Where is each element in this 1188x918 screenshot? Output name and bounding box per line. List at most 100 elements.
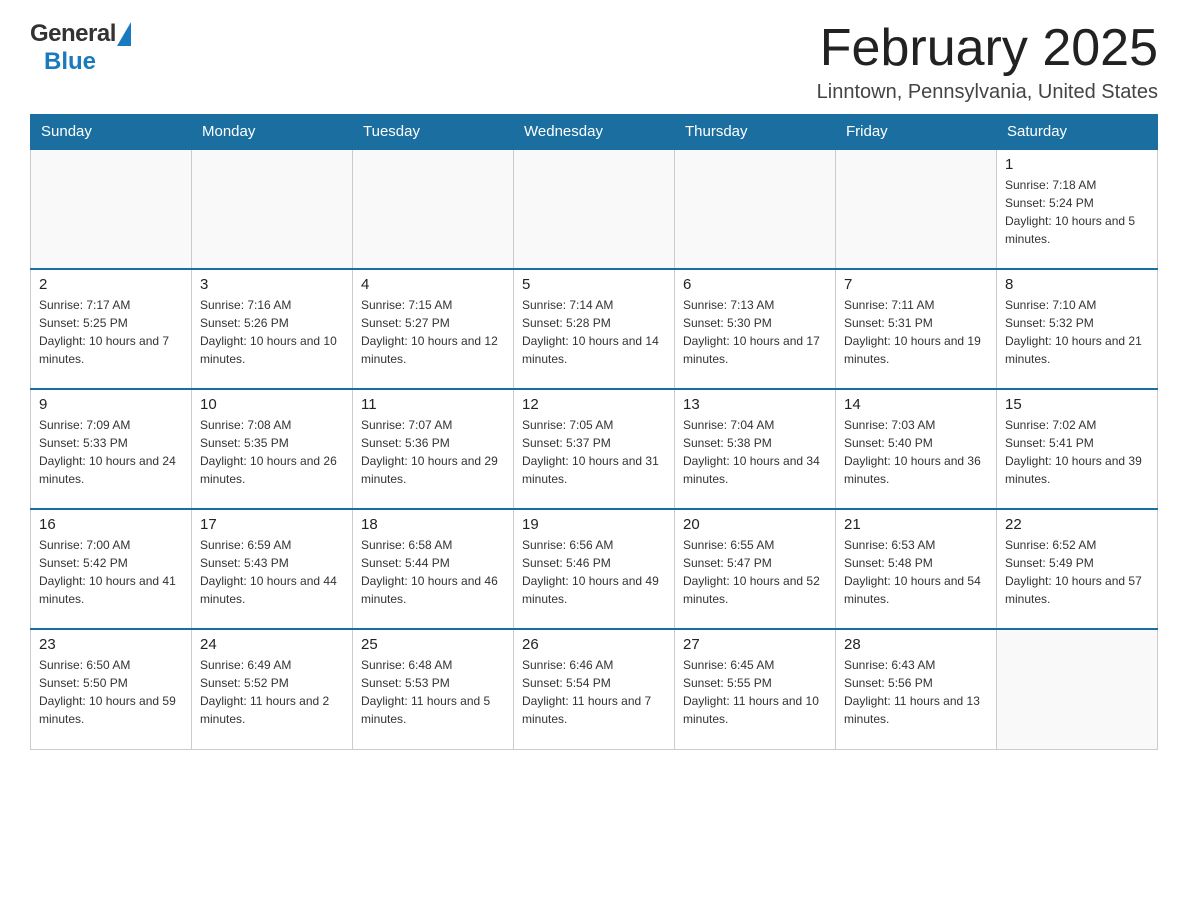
day-info: Sunrise: 6:46 AMSunset: 5:54 PMDaylight:… (522, 656, 666, 728)
calendar-cell: 1 Sunrise: 7:18 AMSunset: 5:24 PMDaylight… (997, 149, 1158, 269)
day-info: Sunrise: 7:04 AMSunset: 5:38 PMDaylight:… (683, 416, 827, 488)
day-info: Sunrise: 7:05 AMSunset: 5:37 PMDaylight:… (522, 416, 666, 488)
calendar-cell: 27 Sunrise: 6:45 AMSunset: 5:55 PMDayligh… (675, 629, 836, 749)
logo-chevron-icon (117, 22, 131, 46)
calendar-cell: 4 Sunrise: 7:15 AMSunset: 5:27 PMDaylight… (353, 269, 514, 389)
day-header-thursday: Thursday (675, 115, 836, 150)
title-section: February 2025 Linntown, Pennsylvania, Un… (817, 20, 1158, 104)
day-number: 13 (683, 396, 827, 413)
calendar-cell: 19 Sunrise: 6:56 AMSunset: 5:46 PMDayligh… (514, 509, 675, 629)
day-number: 28 (844, 636, 988, 653)
calendar-cell: 28 Sunrise: 6:43 AMSunset: 5:56 PMDayligh… (836, 629, 997, 749)
calendar-cell: 6Sunrise: 7:13 AMSunset: 5:30 PMDaylight… (675, 269, 836, 389)
day-number: 2 (39, 276, 183, 293)
calendar-week-1: 1 Sunrise: 7:18 AMSunset: 5:24 PMDaylight… (31, 149, 1158, 269)
calendar-cell: 2 Sunrise: 7:17 AMSunset: 5:25 PMDaylight… (31, 269, 192, 389)
calendar-cell: 16 Sunrise: 7:00 AMSunset: 5:42 PMDayligh… (31, 509, 192, 629)
day-number: 14 (844, 396, 988, 413)
day-info: Sunrise: 7:18 AMSunset: 5:24 PMDaylight:… (1005, 176, 1149, 248)
calendar-week-2: 2 Sunrise: 7:17 AMSunset: 5:25 PMDaylight… (31, 269, 1158, 389)
calendar-cell: 26Sunrise: 6:46 AMSunset: 5:54 PMDayligh… (514, 629, 675, 749)
day-number: 11 (361, 396, 505, 413)
day-info: Sunrise: 7:11 AMSunset: 5:31 PMDaylight:… (844, 296, 988, 368)
calendar-cell: 21 Sunrise: 6:53 AMSunset: 5:48 PMDayligh… (836, 509, 997, 629)
day-number: 9 (39, 396, 183, 413)
day-header-saturday: Saturday (997, 115, 1158, 150)
day-number: 5 (522, 276, 666, 293)
day-number: 1 (1005, 156, 1149, 173)
calendar-header: SundayMondayTuesdayWednesdayThursdayFrid… (31, 115, 1158, 150)
day-info: Sunrise: 7:10 AMSunset: 5:32 PMDaylight:… (1005, 296, 1149, 368)
calendar-cell (836, 149, 997, 269)
calendar-cell: 24Sunrise: 6:49 AMSunset: 5:52 PMDayligh… (192, 629, 353, 749)
calendar-cell: 10 Sunrise: 7:08 AMSunset: 5:35 PMDayligh… (192, 389, 353, 509)
day-info: Sunrise: 6:55 AMSunset: 5:47 PMDaylight:… (683, 536, 827, 608)
calendar-week-4: 16 Sunrise: 7:00 AMSunset: 5:42 PMDayligh… (31, 509, 1158, 629)
day-header-friday: Friday (836, 115, 997, 150)
day-info: Sunrise: 6:56 AMSunset: 5:46 PMDaylight:… (522, 536, 666, 608)
calendar-cell: 17 Sunrise: 6:59 AMSunset: 5:43 PMDayligh… (192, 509, 353, 629)
calendar-cell: 18Sunrise: 6:58 AMSunset: 5:44 PMDayligh… (353, 509, 514, 629)
day-number: 19 (522, 516, 666, 533)
day-number: 21 (844, 516, 988, 533)
day-number: 25 (361, 636, 505, 653)
calendar-table: SundayMondayTuesdayWednesdayThursdayFrid… (30, 114, 1158, 750)
day-number: 4 (361, 276, 505, 293)
day-number: 23 (39, 636, 183, 653)
day-number: 17 (200, 516, 344, 533)
calendar-cell: 5 Sunrise: 7:14 AMSunset: 5:28 PMDaylight… (514, 269, 675, 389)
calendar-cell: 12 Sunrise: 7:05 AMSunset: 5:37 PMDayligh… (514, 389, 675, 509)
logo-general-text: General (30, 20, 116, 48)
calendar-cell (997, 629, 1158, 749)
day-info: Sunrise: 6:59 AMSunset: 5:43 PMDaylight:… (200, 536, 344, 608)
calendar-cell: 23Sunrise: 6:50 AMSunset: 5:50 PMDayligh… (31, 629, 192, 749)
location-text: Linntown, Pennsylvania, United States (817, 81, 1158, 104)
calendar-cell: 11 Sunrise: 7:07 AMSunset: 5:36 PMDayligh… (353, 389, 514, 509)
day-number: 3 (200, 276, 344, 293)
calendar-cell (192, 149, 353, 269)
day-header-tuesday: Tuesday (353, 115, 514, 150)
calendar-cell: 3 Sunrise: 7:16 AMSunset: 5:26 PMDaylight… (192, 269, 353, 389)
day-number: 22 (1005, 516, 1149, 533)
day-number: 10 (200, 396, 344, 413)
day-number: 15 (1005, 396, 1149, 413)
day-header-monday: Monday (192, 115, 353, 150)
day-info: Sunrise: 7:09 AMSunset: 5:33 PMDaylight:… (39, 416, 183, 488)
day-info: Sunrise: 6:48 AMSunset: 5:53 PMDaylight:… (361, 656, 505, 728)
day-number: 20 (683, 516, 827, 533)
day-number: 12 (522, 396, 666, 413)
day-info: Sunrise: 6:58 AMSunset: 5:44 PMDaylight:… (361, 536, 505, 608)
calendar-cell: 7 Sunrise: 7:11 AMSunset: 5:31 PMDaylight… (836, 269, 997, 389)
day-info: Sunrise: 6:45 AMSunset: 5:55 PMDaylight:… (683, 656, 827, 728)
month-title: February 2025 (817, 20, 1158, 77)
day-number: 6 (683, 276, 827, 293)
day-number: 7 (844, 276, 988, 293)
calendar-week-3: 9 Sunrise: 7:09 AMSunset: 5:33 PMDaylight… (31, 389, 1158, 509)
day-info: Sunrise: 7:07 AMSunset: 5:36 PMDaylight:… (361, 416, 505, 488)
day-number: 27 (683, 636, 827, 653)
day-info: Sunrise: 7:02 AMSunset: 5:41 PMDaylight:… (1005, 416, 1149, 488)
day-info: Sunrise: 7:00 AMSunset: 5:42 PMDaylight:… (39, 536, 183, 608)
logo: General Blue (30, 20, 131, 76)
calendar-cell: 9 Sunrise: 7:09 AMSunset: 5:33 PMDaylight… (31, 389, 192, 509)
calendar-body: 1 Sunrise: 7:18 AMSunset: 5:24 PMDaylight… (31, 149, 1158, 749)
calendar-cell (353, 149, 514, 269)
day-info: Sunrise: 7:15 AMSunset: 5:27 PMDaylight:… (361, 296, 505, 368)
page-header: General Blue February 2025 Linntown, Pen… (30, 20, 1158, 104)
day-info: Sunrise: 7:16 AMSunset: 5:26 PMDaylight:… (200, 296, 344, 368)
day-header-sunday: Sunday (31, 115, 192, 150)
day-info: Sunrise: 7:08 AMSunset: 5:35 PMDaylight:… (200, 416, 344, 488)
day-number: 8 (1005, 276, 1149, 293)
day-info: Sunrise: 7:17 AMSunset: 5:25 PMDaylight:… (39, 296, 183, 368)
day-number: 16 (39, 516, 183, 533)
day-info: Sunrise: 6:43 AMSunset: 5:56 PMDaylight:… (844, 656, 988, 728)
logo-blue-text: Blue (44, 48, 96, 75)
day-info: Sunrise: 6:49 AMSunset: 5:52 PMDaylight:… (200, 656, 344, 728)
day-info: Sunrise: 7:14 AMSunset: 5:28 PMDaylight:… (522, 296, 666, 368)
day-info: Sunrise: 6:53 AMSunset: 5:48 PMDaylight:… (844, 536, 988, 608)
calendar-cell: 22 Sunrise: 6:52 AMSunset: 5:49 PMDayligh… (997, 509, 1158, 629)
calendar-cell: 15 Sunrise: 7:02 AMSunset: 5:41 PMDayligh… (997, 389, 1158, 509)
calendar-cell: 20 Sunrise: 6:55 AMSunset: 5:47 PMDayligh… (675, 509, 836, 629)
calendar-cell (31, 149, 192, 269)
day-info: Sunrise: 6:52 AMSunset: 5:49 PMDaylight:… (1005, 536, 1149, 608)
